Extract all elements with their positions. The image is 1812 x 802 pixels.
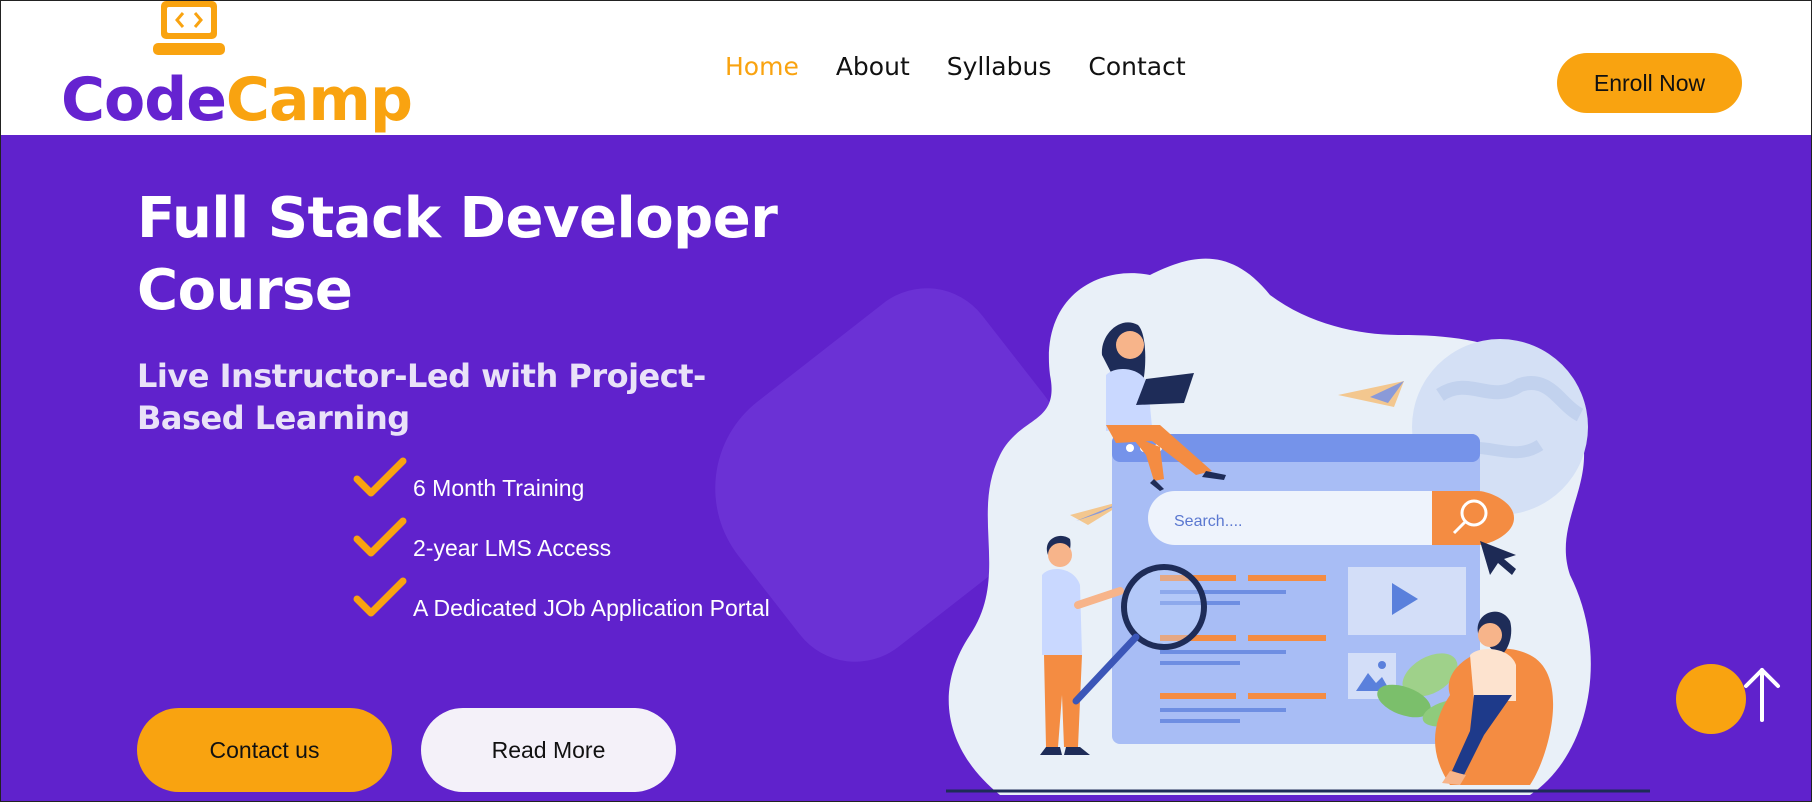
arrow-up-icon[interactable] [1738, 664, 1786, 724]
logo-text-camp: Camp [225, 65, 413, 135]
feature-text: 6 Month Training [413, 475, 585, 501]
nav-about[interactable]: About [836, 49, 910, 85]
feature-item: 2-year LMS Access [353, 517, 770, 577]
check-icon [353, 457, 407, 497]
logo-text: CodeCamp [61, 65, 413, 135]
feature-text: A Dedicated JOb Application Portal [413, 595, 770, 621]
contact-us-button[interactable]: Contact us [137, 708, 392, 792]
site-logo[interactable]: CodeCamp [61, 1, 413, 135]
feature-list: 6 Month Training 2-year LMS Access A Ded… [353, 457, 770, 637]
nav-syllabus[interactable]: Syllabus [947, 49, 1052, 85]
hero-subtitle: Live Instructor-Led with Project-Based L… [137, 357, 706, 437]
nav-home[interactable]: Home [725, 49, 799, 85]
feature-item: 6 Month Training [353, 457, 770, 517]
check-icon [353, 517, 407, 557]
read-more-button[interactable]: Read More [421, 708, 676, 792]
main-nav: Home About Syllabus Contact [725, 49, 1223, 85]
scroll-to-top-button[interactable] [1676, 664, 1746, 734]
feature-item: A Dedicated JOb Application Portal [353, 577, 770, 637]
site-header: CodeCamp Home About Syllabus Contact Enr… [0, 0, 1812, 135]
hero-illustration: Search.... [946, 258, 1650, 795]
check-icon [353, 577, 407, 617]
feature-text: 2-year LMS Access [413, 535, 612, 561]
laptop-code-icon [153, 1, 225, 55]
hero-title: Full Stack Developer Course [137, 186, 778, 323]
enroll-now-button[interactable]: Enroll Now [1557, 53, 1742, 113]
illustration-search-text: Search.... [1174, 513, 1242, 530]
nav-contact[interactable]: Contact [1088, 49, 1185, 85]
logo-text-code: Code [61, 65, 227, 135]
